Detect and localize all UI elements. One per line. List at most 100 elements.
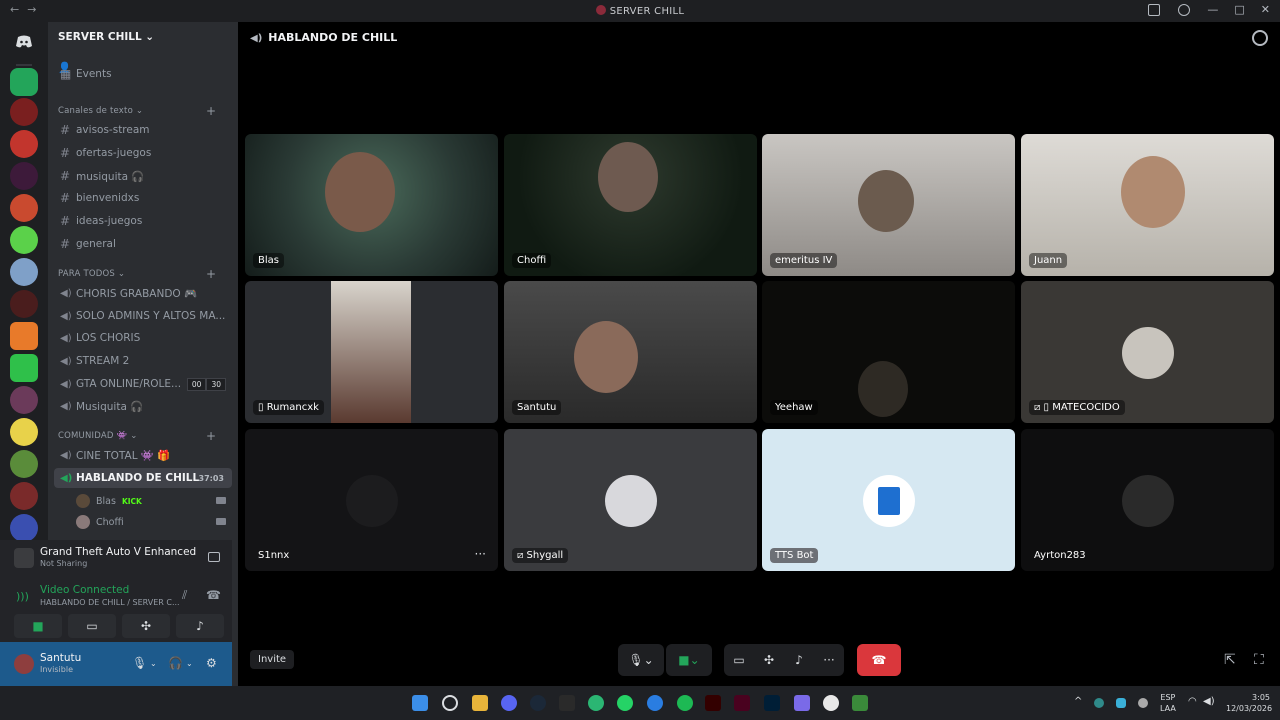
server-icon[interactable] (10, 98, 38, 126)
voice-channel-los-choris[interactable]: ◀) LOS CHORIS (54, 328, 232, 348)
chevron-up-icon[interactable]: ^ (1074, 696, 1082, 707)
server-icon[interactable] (10, 290, 38, 318)
channel-bienvenidxs[interactable]: # bienvenidxs (54, 188, 232, 208)
camera-toggle-button[interactable]: ■⌄ (666, 644, 712, 676)
more-options-icon[interactable]: ··· (475, 547, 486, 561)
video-tile-s1nnx[interactable]: S1nnx ··· (245, 429, 498, 571)
gear-icon[interactable]: ⚙ (206, 656, 217, 670)
illustrator-icon[interactable] (705, 695, 721, 711)
app-icon[interactable] (852, 695, 868, 711)
server-icon[interactable] (10, 514, 38, 542)
video-tile-blas[interactable]: Blas (245, 134, 498, 276)
voice-channel-gta-online[interactable]: ◀) GTA ONLINE/ROLE... 00 30 (54, 374, 232, 394)
channel-ideas-juegos[interactable]: # ideas-juegos (54, 211, 232, 231)
start-icon[interactable] (412, 695, 428, 711)
edge-icon[interactable] (588, 695, 604, 711)
wifi-icon[interactable]: ◠ (1188, 696, 1197, 707)
chevron-down-icon[interactable]: ⌄ (186, 659, 193, 668)
microphone-icon[interactable]: 🎙 (132, 656, 147, 670)
microphone-button[interactable]: 🎙⌄ (618, 644, 664, 676)
more-options-icon[interactable]: ··· (814, 653, 844, 667)
channel-musiquita[interactable]: # musiquita 🎧 (54, 166, 232, 186)
photoshop-icon[interactable] (764, 695, 780, 711)
spotify-icon[interactable] (677, 695, 693, 711)
tray-icon[interactable] (1094, 698, 1104, 708)
file-explorer-icon[interactable] (472, 695, 488, 711)
category-comunidad[interactable]: COMUNIDAD 👾 ⌄ + (58, 429, 216, 443)
video-tile-shygall[interactable]: ⧄ Shygall (504, 429, 757, 571)
steam-icon[interactable] (530, 695, 546, 711)
channel-general[interactable]: # general (54, 234, 232, 254)
voice-channel-musiquita[interactable]: ◀) Musiquita 🎧 (54, 396, 232, 416)
add-channel-icon[interactable]: + (206, 104, 216, 118)
video-tile-matecocido[interactable]: ⧄ ▯ MATECOCIDO (1021, 281, 1274, 423)
share-screen-button[interactable]: ▭ (68, 614, 116, 638)
tray-icon[interactable] (1138, 698, 1148, 708)
server-icon[interactable] (10, 482, 38, 510)
channel-avisos-stream[interactable]: # avisos-stream (54, 120, 232, 140)
server-header[interactable]: SERVER CHILL ⌄ (48, 22, 238, 52)
fullscreen-icon[interactable]: ⛶ (1254, 652, 1264, 668)
voice-channel-stream-2[interactable]: ◀) STREAM 2 (54, 351, 232, 371)
close-icon[interactable]: ✕ (1261, 3, 1270, 16)
discord-home-icon[interactable] (10, 28, 38, 56)
noise-suppression-icon[interactable]: ⫽ (182, 588, 187, 603)
voice-member-choffi[interactable]: Choffi (76, 512, 226, 532)
volume-icon[interactable]: ◀) (1203, 696, 1215, 707)
video-tile-rumancxk[interactable]: ▯ Rumancxk (245, 281, 498, 423)
server-icon[interactable] (10, 418, 38, 446)
disconnect-button[interactable]: ☎ (857, 644, 901, 676)
channel-ofertas-juegos[interactable]: # ofertas-juegos (54, 143, 232, 163)
discord-icon[interactable] (501, 695, 517, 711)
epic-games-icon[interactable] (559, 695, 575, 711)
camera-button[interactable]: ■ (14, 614, 62, 638)
server-icon[interactable] (10, 162, 38, 190)
activities-button[interactable]: ✣ (122, 614, 170, 638)
search-icon[interactable] (442, 695, 458, 711)
add-channel-icon[interactable]: + (206, 429, 216, 443)
events-item[interactable]: ▦ Events (54, 64, 232, 84)
chevron-down-icon[interactable]: ⌄ (150, 659, 157, 668)
soundboard-button[interactable]: ♪ (176, 614, 224, 638)
maximize-icon[interactable]: □ (1234, 3, 1244, 16)
browser-icon[interactable] (647, 695, 663, 711)
video-tile-juann[interactable]: Juann (1021, 134, 1274, 276)
headphones-icon[interactable]: 🎧 (168, 656, 183, 670)
chrome-icon[interactable] (823, 695, 839, 711)
server-icon[interactable] (10, 194, 38, 222)
video-tile-ayrton283[interactable]: Ayrton283 (1021, 429, 1274, 571)
popout-icon[interactable]: ⇱ (1224, 652, 1236, 668)
voice-channel-solo-admins[interactable]: ◀) SOLO ADMINS Y ALTOS MA... (54, 306, 232, 326)
indesign-icon[interactable] (734, 695, 750, 711)
voice-channel-cine-total[interactable]: ◀) CINE TOTAL 👾 🎁 (54, 445, 232, 465)
signal-icon[interactable]: ))) (16, 590, 29, 603)
server-icon-files[interactable] (10, 68, 38, 96)
video-tile-santutu[interactable]: Santutu (504, 281, 757, 423)
whatsapp-icon[interactable] (617, 695, 633, 711)
voice-member-blas[interactable]: Blas KICK (76, 491, 226, 511)
server-icon[interactable] (10, 386, 38, 414)
window-controls[interactable]: — □ ✕ (1207, 3, 1270, 16)
server-icon[interactable] (10, 130, 38, 158)
app-icon[interactable] (794, 695, 810, 711)
minimize-icon[interactable]: — (1207, 3, 1218, 16)
video-tile-tts-bot[interactable]: TTS Bot (762, 429, 1015, 571)
video-tile-yeehaw[interactable]: Yeehaw (762, 281, 1015, 423)
soundboard-icon[interactable]: ♪ (784, 653, 814, 667)
clock[interactable]: 3:05 12/03/2026 (1226, 692, 1272, 714)
stream-game-icon[interactable] (208, 552, 220, 562)
screen-share-icon[interactable]: ▭ (724, 653, 754, 667)
video-tile-choffi[interactable]: Choffi (504, 134, 757, 276)
category-text[interactable]: Canales de texto ⌄ + (58, 104, 216, 118)
activities-icon[interactable]: ✣ (754, 653, 784, 667)
avatar[interactable] (14, 654, 34, 674)
server-icon[interactable] (10, 322, 38, 350)
voice-channel-choris-grabando[interactable]: ◀) CHORIS GRABANDO 🎮 (54, 283, 232, 303)
notifications-icon[interactable] (1252, 30, 1268, 46)
inbox-icon[interactable] (1148, 4, 1160, 16)
input-language[interactable]: ESP LAA (1160, 692, 1176, 714)
server-icon[interactable] (10, 226, 38, 254)
help-icon[interactable] (1178, 4, 1190, 16)
add-channel-icon[interactable]: + (206, 267, 216, 281)
category-para-todos[interactable]: PARA TODOS ⌄ + (58, 267, 216, 281)
